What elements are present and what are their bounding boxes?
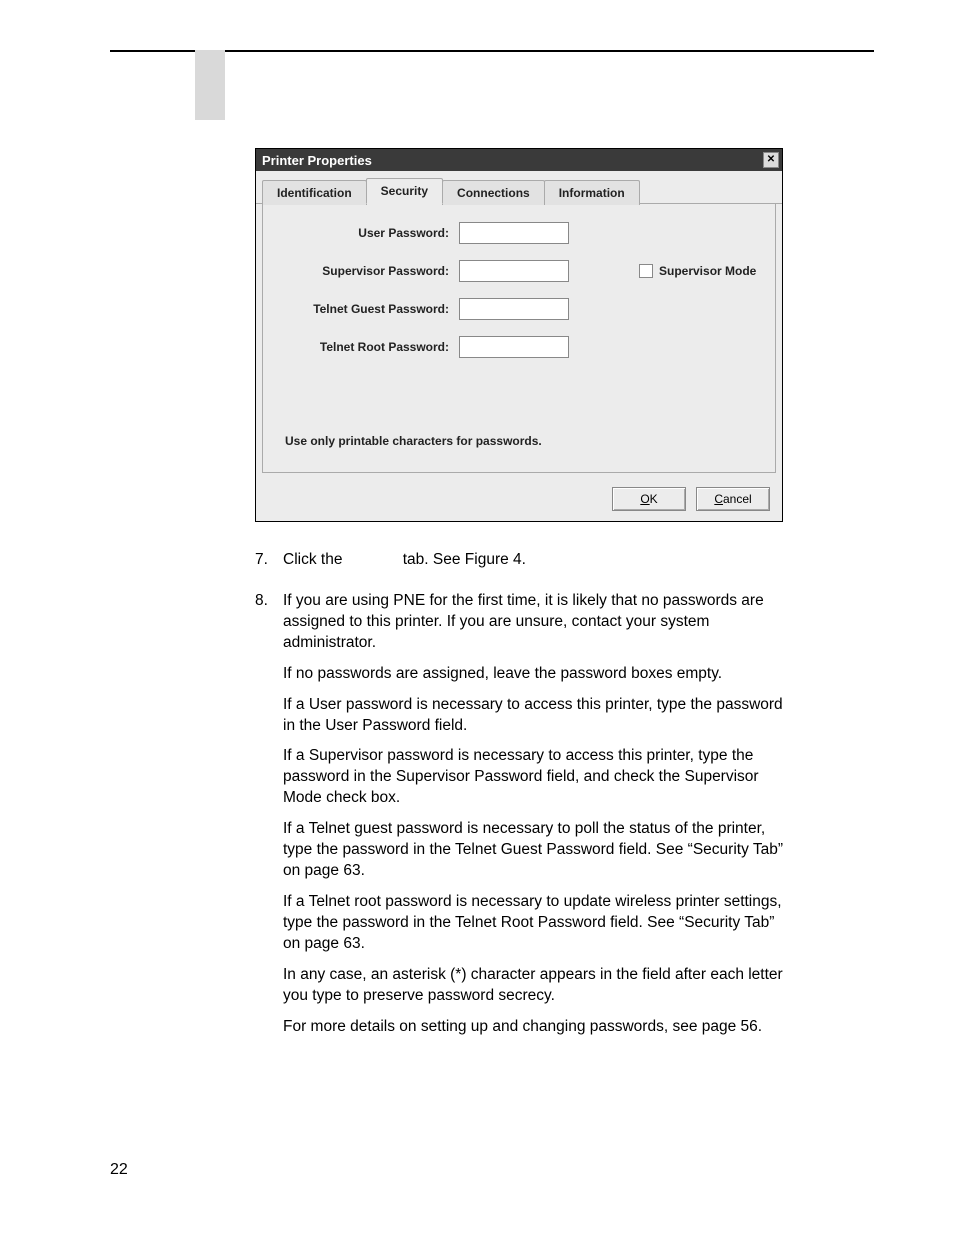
printer-properties-dialog: Printer Properties ✕ Identification Secu… bbox=[255, 148, 783, 522]
telnet-guest-password-field[interactable] bbox=[459, 298, 569, 320]
step-8-p3: If a User password is necessary to acces… bbox=[283, 695, 783, 737]
titlebar: Printer Properties ✕ bbox=[256, 149, 782, 171]
row-user-password: User Password: bbox=[279, 222, 759, 244]
tab-row: Identification Security Connections Info… bbox=[256, 171, 782, 204]
telnet-root-password-field[interactable] bbox=[459, 336, 569, 358]
row-telnet-root-password: Telnet Root Password: bbox=[279, 336, 759, 358]
close-icon[interactable]: ✕ bbox=[763, 152, 779, 168]
tab-connections[interactable]: Connections bbox=[442, 180, 545, 205]
tab-security[interactable]: Security bbox=[366, 178, 443, 204]
dialog-buttons: OK Cancel bbox=[256, 479, 782, 521]
step-8-p7: In any case, an asterisk (*) character a… bbox=[283, 965, 783, 1007]
step-8-p2: If no passwords are assigned, leave the … bbox=[283, 664, 783, 685]
label-telnet-root-password: Telnet Root Password: bbox=[279, 340, 459, 354]
label-telnet-guest-password: Telnet Guest Password: bbox=[279, 302, 459, 316]
supervisor-password-field[interactable] bbox=[459, 260, 569, 282]
step-7: 7. Click the tab. See Figure 4. bbox=[255, 550, 783, 581]
step-8-p8: For more details on setting up and chang… bbox=[283, 1017, 783, 1038]
tab-information[interactable]: Information bbox=[544, 180, 640, 205]
step-8-p5: If a Telnet guest password is necessary … bbox=[283, 819, 783, 882]
password-hint: Use only printable characters for passwo… bbox=[285, 434, 759, 448]
chapter-tab bbox=[195, 50, 225, 120]
step-num: 8. bbox=[255, 591, 283, 1048]
label-user-password: User Password: bbox=[279, 226, 459, 240]
tab-identification[interactable]: Identification bbox=[262, 180, 367, 205]
row-telnet-guest-password: Telnet Guest Password: bbox=[279, 298, 759, 320]
cancel-button[interactable]: Cancel bbox=[696, 487, 770, 511]
row-supervisor-password: Supervisor Password: Supervisor Mode bbox=[279, 260, 759, 282]
step-8: 8. If you are using PNE for the first ti… bbox=[255, 591, 783, 1048]
page-number: 22 bbox=[110, 1161, 128, 1179]
user-password-field[interactable] bbox=[459, 222, 569, 244]
supervisor-mode-checkbox[interactable]: Supervisor Mode bbox=[639, 264, 756, 278]
step-8-p1: If you are using PNE for the first time,… bbox=[283, 591, 783, 654]
instructions: 7. Click the tab. See Figure 4. 8. If yo… bbox=[255, 550, 783, 1058]
ok-button[interactable]: OK bbox=[612, 487, 686, 511]
label-supervisor-password: Supervisor Password: bbox=[279, 264, 459, 278]
step-8-p6: If a Telnet root password is necessary t… bbox=[283, 892, 783, 955]
checkbox-icon bbox=[639, 264, 653, 278]
supervisor-mode-label: Supervisor Mode bbox=[659, 264, 756, 278]
security-panel: User Password: Supervisor Password: Supe… bbox=[262, 203, 776, 473]
step-7-text: Click the tab. See Figure 4. bbox=[283, 550, 783, 571]
step-num: 7. bbox=[255, 550, 283, 581]
dialog-title: Printer Properties bbox=[262, 153, 372, 168]
step-8-p4: If a Supervisor password is necessary to… bbox=[283, 746, 783, 809]
